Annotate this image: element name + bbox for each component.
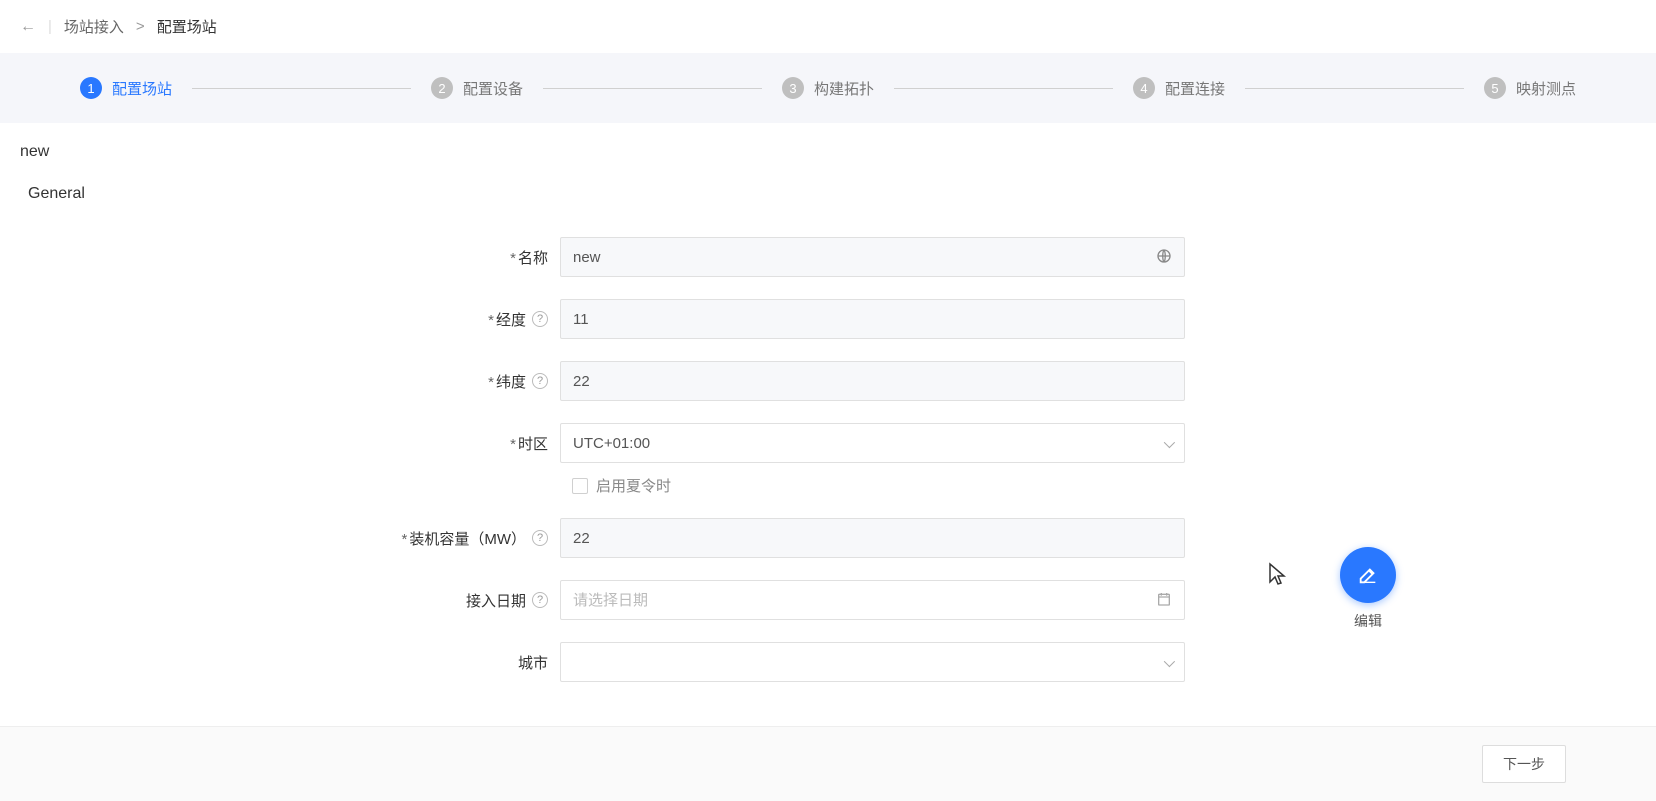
chevron-down-icon	[1164, 654, 1172, 670]
step-1[interactable]: 1 配置场站	[80, 77, 172, 99]
fab-label: 编辑	[1354, 611, 1382, 631]
help-icon[interactable]: ?	[532, 530, 548, 546]
input-longitude-wrapper[interactable]	[560, 299, 1185, 339]
breadcrumb-sep: >	[136, 18, 145, 35]
label-longitude: *经度 ?	[40, 309, 560, 330]
input-name-wrapper[interactable]	[560, 237, 1185, 277]
fab-container: 编辑	[1340, 547, 1396, 631]
input-latitude[interactable]	[573, 373, 1172, 390]
row-city: 城市	[40, 642, 1616, 682]
calendar-icon[interactable]	[1156, 591, 1172, 610]
breadcrumb-parent[interactable]: 场站接入	[64, 16, 124, 37]
step-line	[543, 88, 762, 89]
row-timezone: *时区 UTC+01:00	[40, 423, 1616, 463]
step-line	[1245, 88, 1464, 89]
steps-bar: 1 配置场站 2 配置设备 3 构建拓扑 4 配置连接 5 映射测点	[0, 53, 1656, 123]
breadcrumb: ← | 场站接入 > 配置场站	[0, 0, 1656, 53]
label-timezone: *时区	[40, 433, 560, 454]
step-5-label: 映射测点	[1516, 78, 1576, 99]
edit-fab[interactable]	[1340, 547, 1396, 603]
row-dst: 启用夏令时	[572, 475, 1616, 496]
form: *名称 *经度 ? *纬度 ? *时区	[0, 217, 1656, 784]
input-access-date-wrapper[interactable]	[560, 580, 1185, 620]
step-3[interactable]: 3 构建拓扑	[782, 77, 874, 99]
step-5-number: 5	[1484, 77, 1506, 99]
step-4[interactable]: 4 配置连接	[1133, 77, 1225, 99]
step-2[interactable]: 2 配置设备	[431, 77, 523, 99]
select-timezone[interactable]: UTC+01:00	[560, 423, 1185, 463]
globe-icon[interactable]	[1156, 248, 1172, 267]
divider: |	[48, 18, 52, 35]
section-title: General	[0, 171, 1656, 217]
breadcrumb-current: 配置场站	[157, 16, 217, 37]
step-4-number: 4	[1133, 77, 1155, 99]
step-4-label: 配置连接	[1165, 78, 1225, 99]
label-name: *名称	[40, 247, 560, 268]
label-city: 城市	[40, 652, 560, 673]
step-1-number: 1	[80, 77, 102, 99]
help-icon[interactable]: ?	[532, 373, 548, 389]
step-2-number: 2	[431, 77, 453, 99]
next-button[interactable]: 下一步	[1482, 745, 1566, 783]
checkbox-dst[interactable]	[572, 478, 588, 494]
row-latitude: *纬度 ?	[40, 361, 1616, 401]
input-name[interactable]	[573, 249, 1148, 266]
label-capacity: *装机容量（MW） ?	[40, 528, 560, 549]
step-5[interactable]: 5 映射测点	[1484, 77, 1576, 99]
label-access-date: 接入日期 ?	[40, 590, 560, 611]
input-latitude-wrapper[interactable]	[560, 361, 1185, 401]
label-latitude: *纬度 ?	[40, 371, 560, 392]
select-timezone-value: UTC+01:00	[573, 435, 650, 452]
step-2-label: 配置设备	[463, 78, 523, 99]
input-access-date[interactable]	[573, 592, 1148, 609]
input-capacity-wrapper[interactable]	[560, 518, 1185, 558]
chevron-down-icon	[1164, 435, 1172, 451]
input-longitude[interactable]	[573, 311, 1172, 328]
row-longitude: *经度 ?	[40, 299, 1616, 339]
step-3-label: 构建拓扑	[814, 78, 874, 99]
step-line	[894, 88, 1113, 89]
help-icon[interactable]: ?	[532, 311, 548, 327]
pencil-icon	[1357, 564, 1379, 586]
page-title: new	[0, 123, 1656, 171]
footer: 下一步	[0, 726, 1656, 801]
row-name: *名称	[40, 237, 1616, 277]
label-dst: 启用夏令时	[596, 475, 671, 496]
back-icon[interactable]: ←	[20, 18, 36, 36]
step-1-label: 配置场站	[112, 78, 172, 99]
input-capacity[interactable]	[573, 530, 1172, 547]
step-line	[192, 88, 411, 89]
step-3-number: 3	[782, 77, 804, 99]
select-city[interactable]	[560, 642, 1185, 682]
help-icon[interactable]: ?	[532, 592, 548, 608]
